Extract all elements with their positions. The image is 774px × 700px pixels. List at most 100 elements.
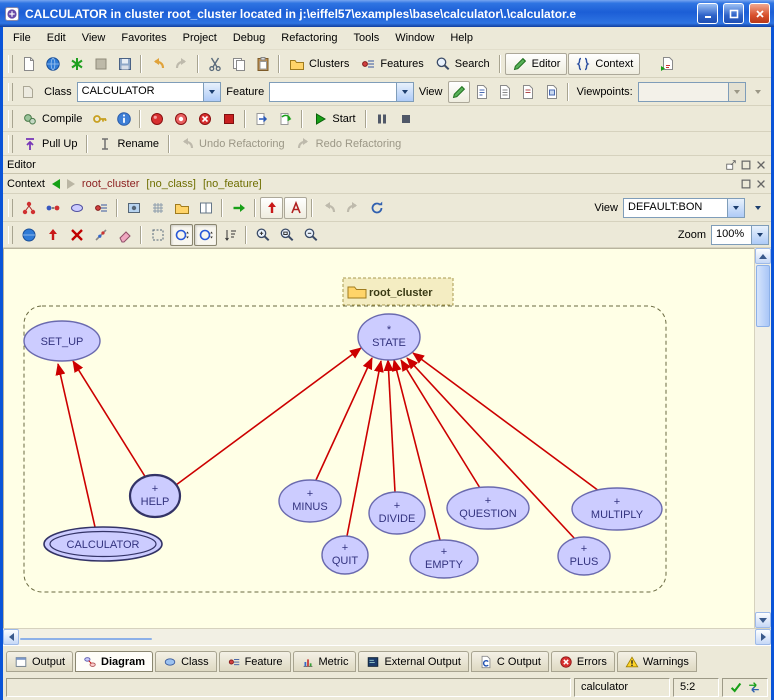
editor-toggle-button[interactable]: Editor bbox=[505, 53, 568, 75]
node-empty[interactable]: + EMPTY bbox=[410, 540, 478, 578]
zoom-in-button[interactable] bbox=[251, 224, 274, 246]
delete-item-button[interactable] bbox=[65, 224, 88, 246]
vertical-scrollbar[interactable] bbox=[754, 248, 771, 628]
clusters-button[interactable]: Clusters bbox=[284, 53, 354, 75]
close-button[interactable] bbox=[749, 3, 770, 24]
edge-divide-state[interactable] bbox=[388, 360, 395, 492]
edge-help-state[interactable] bbox=[176, 348, 361, 485]
menu-tools[interactable]: Tools bbox=[346, 29, 388, 47]
tab-metric[interactable]: Metric bbox=[293, 651, 357, 672]
scroll-up-button[interactable] bbox=[755, 248, 771, 264]
stop-button[interactable] bbox=[395, 108, 418, 130]
refresh-diagram-button[interactable] bbox=[365, 197, 388, 219]
toolbar-grip[interactable] bbox=[8, 199, 13, 217]
minimize-button[interactable] bbox=[697, 3, 718, 24]
maximize-button[interactable] bbox=[723, 3, 744, 24]
toolbar-grip[interactable] bbox=[8, 83, 13, 101]
vertical-scroll-track[interactable] bbox=[755, 264, 771, 612]
editor-pane-header[interactable]: Editor bbox=[3, 156, 771, 174]
context-toggle-button[interactable]: Context bbox=[568, 53, 640, 75]
basic-text-view-button[interactable] bbox=[448, 81, 470, 103]
cut-button[interactable] bbox=[203, 53, 226, 75]
selection-box-button[interactable] bbox=[146, 224, 169, 246]
zoom-combo[interactable]: 100% bbox=[711, 225, 769, 245]
undo-button[interactable] bbox=[146, 53, 169, 75]
feature-tool-button[interactable] bbox=[89, 197, 112, 219]
class-combo-drop[interactable] bbox=[203, 83, 220, 101]
compile-button[interactable]: Compile bbox=[17, 108, 87, 130]
view-menu-button[interactable] bbox=[746, 197, 769, 219]
diagram-undo-button[interactable] bbox=[317, 197, 340, 219]
class-combo[interactable]: CALCULATOR bbox=[77, 82, 222, 102]
menu-edit[interactable]: Edit bbox=[39, 29, 74, 47]
zoom-out-button[interactable] bbox=[299, 224, 322, 246]
start-button[interactable]: Start bbox=[307, 108, 360, 130]
feature-combo-drop[interactable] bbox=[396, 83, 413, 101]
undo-refactoring-button[interactable]: Undo Refactoring bbox=[174, 133, 290, 155]
text-tool-button[interactable] bbox=[284, 197, 307, 219]
feature-combo[interactable] bbox=[269, 82, 414, 102]
toolbar-grip[interactable] bbox=[8, 55, 13, 73]
anchor-tool-button[interactable] bbox=[89, 224, 112, 246]
paste-button[interactable] bbox=[251, 53, 274, 75]
open-project-button[interactable] bbox=[41, 53, 64, 75]
diagram-view-drop[interactable] bbox=[727, 199, 744, 217]
context-no-feature[interactable]: [no_feature] bbox=[203, 178, 262, 190]
go-to-button[interactable] bbox=[227, 197, 250, 219]
new-document-button[interactable] bbox=[17, 53, 40, 75]
scroll-down-button[interactable] bbox=[755, 612, 771, 628]
close-pane-icon[interactable] bbox=[755, 159, 767, 171]
client-links-button[interactable] bbox=[41, 197, 64, 219]
history-forward-icon[interactable] bbox=[67, 179, 75, 189]
scroll-right-button[interactable] bbox=[755, 629, 771, 645]
tab-external-output[interactable]: External Output bbox=[358, 651, 468, 672]
edge-multiply-state[interactable] bbox=[413, 353, 599, 491]
cluster-tag[interactable]: root_cluster bbox=[343, 278, 453, 305]
tab-c-output[interactable]: C Output bbox=[471, 651, 549, 672]
diagram-view-combo[interactable]: DEFAULT:BON bbox=[623, 198, 745, 218]
node-set-up[interactable]: SET_UP bbox=[24, 321, 100, 361]
node-plus[interactable]: + PLUS bbox=[558, 537, 610, 575]
menu-favorites[interactable]: Favorites bbox=[113, 29, 174, 47]
eraser-button[interactable] bbox=[113, 224, 136, 246]
tab-class[interactable]: Class bbox=[155, 651, 217, 672]
flat-view-button[interactable] bbox=[494, 81, 516, 103]
menu-help[interactable]: Help bbox=[442, 29, 481, 47]
menu-project[interactable]: Project bbox=[175, 29, 225, 47]
node-minus[interactable]: + MINUS bbox=[279, 480, 341, 522]
copy-button[interactable] bbox=[227, 53, 250, 75]
external-editor-button[interactable] bbox=[655, 53, 678, 75]
sort-button[interactable] bbox=[218, 224, 241, 246]
node-state[interactable]: * STATE bbox=[358, 314, 420, 360]
rename-button[interactable]: Rename bbox=[92, 133, 164, 155]
placeholder-button[interactable] bbox=[89, 53, 112, 75]
clear-breakpoints-button[interactable] bbox=[217, 108, 240, 130]
toolbar-grip[interactable] bbox=[8, 226, 13, 244]
split-view-button[interactable] bbox=[194, 197, 217, 219]
project-info-button[interactable] bbox=[112, 108, 135, 130]
edge-help-setup[interactable] bbox=[73, 361, 146, 478]
node-multiply[interactable]: + MULTIPLY bbox=[572, 488, 662, 530]
redo-button[interactable] bbox=[170, 53, 193, 75]
pull-up-button[interactable]: Pull Up bbox=[17, 133, 82, 155]
viewpoints-combo-drop[interactable] bbox=[728, 83, 745, 101]
debug-step-button[interactable] bbox=[169, 108, 192, 130]
contract-view-button[interactable] bbox=[517, 81, 539, 103]
crop-diagram-button[interactable] bbox=[260, 197, 283, 219]
interface-view-button[interactable] bbox=[540, 81, 562, 103]
node-calculator[interactable]: CALCULATOR bbox=[44, 527, 162, 561]
horizontal-scroll-thumb[interactable] bbox=[20, 638, 152, 640]
vertical-scroll-thumb[interactable] bbox=[756, 265, 770, 327]
client-depth-toggle[interactable] bbox=[170, 224, 193, 246]
snapshot-button[interactable] bbox=[122, 197, 145, 219]
debug-run-button[interactable] bbox=[145, 108, 168, 130]
node-divide[interactable]: + DIVIDE bbox=[369, 492, 425, 534]
menu-file[interactable]: File bbox=[5, 29, 39, 47]
node-quit[interactable]: + QUIT bbox=[322, 536, 368, 574]
tab-diagram[interactable]: Diagram bbox=[75, 651, 153, 672]
features-button[interactable]: Features bbox=[355, 53, 428, 75]
freeze-button[interactable] bbox=[88, 108, 111, 130]
toolbar-grip[interactable] bbox=[8, 135, 13, 153]
redo-refactoring-button[interactable]: Redo Refactoring bbox=[291, 133, 407, 155]
step-into-button[interactable] bbox=[250, 108, 273, 130]
